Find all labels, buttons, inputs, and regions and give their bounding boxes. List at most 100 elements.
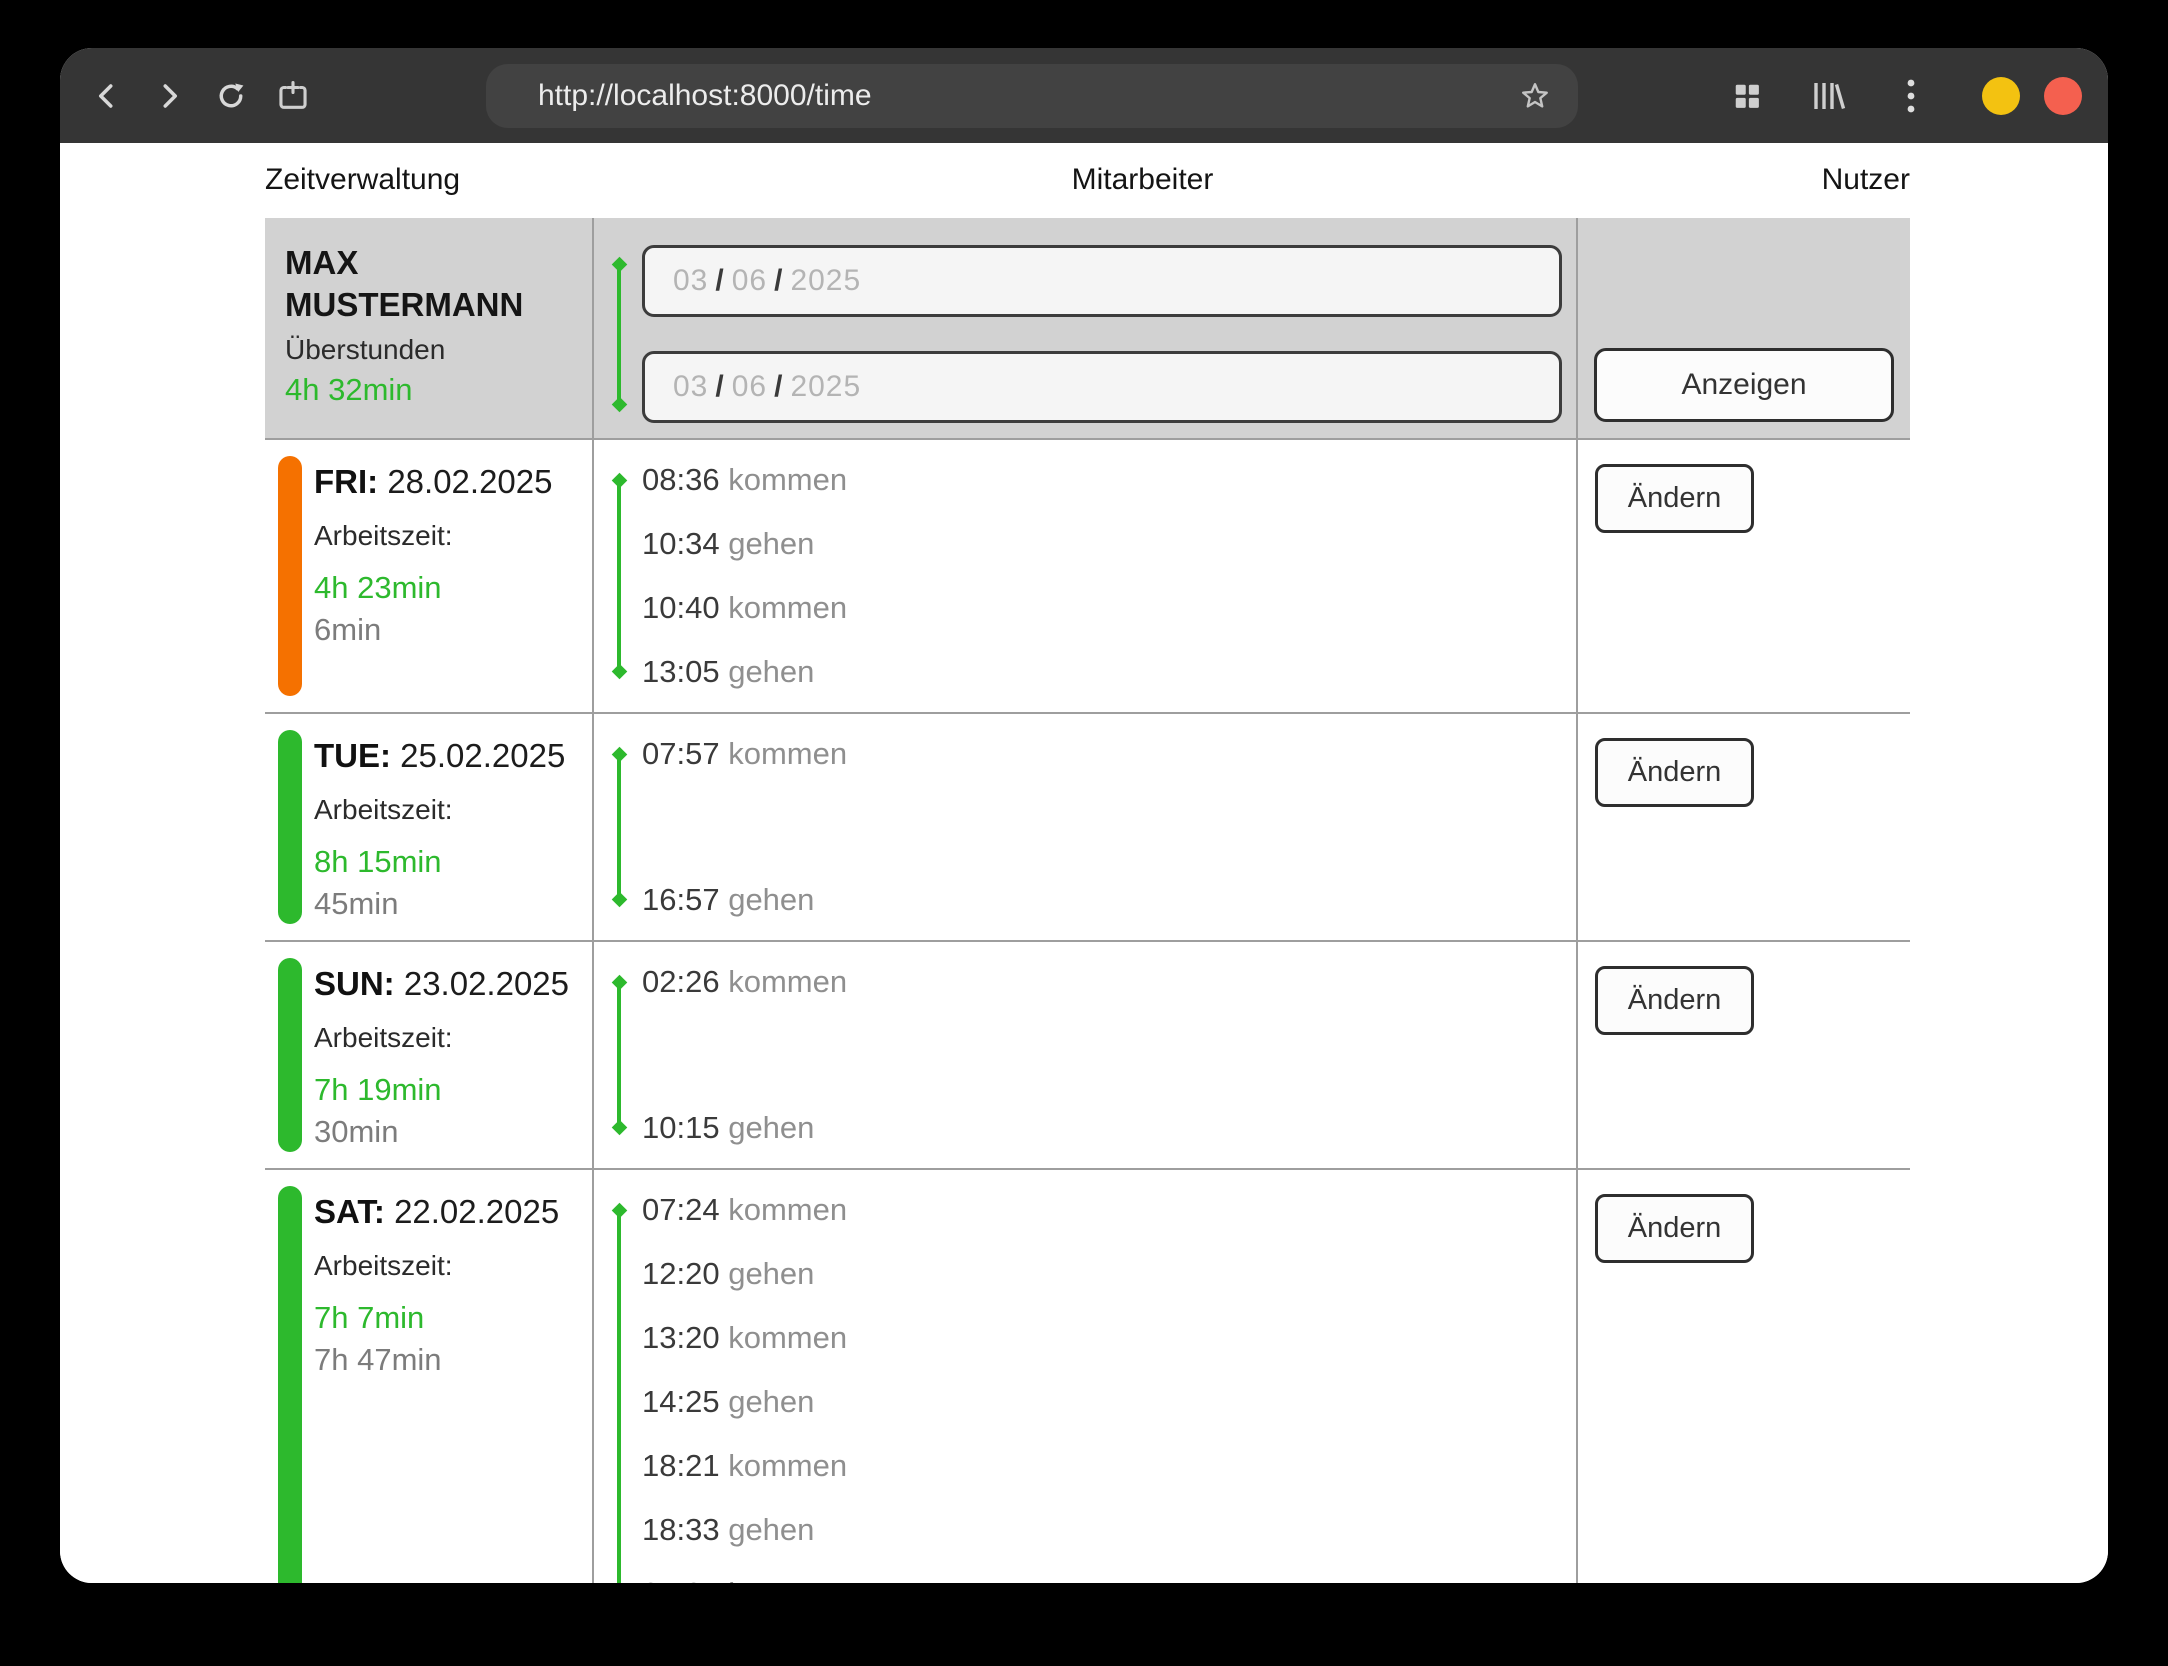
time-value: 07:57 (642, 736, 720, 771)
show-cell: Anzeigen (1576, 218, 1910, 438)
date-separator: / (774, 370, 783, 404)
day-weekday: SAT: (314, 1193, 385, 1230)
work-label: Arbeitszeit: (314, 790, 565, 830)
day-weekday: TUE: (314, 737, 391, 774)
work-label: Arbeitszeit: (314, 1246, 559, 1286)
aendern-button[interactable]: Ändern (1595, 464, 1754, 533)
nav-item-nutzer[interactable]: Nutzer (1362, 163, 1910, 197)
overtime-label: Überstunden (285, 330, 576, 370)
date-to-year: 2025 (790, 370, 861, 404)
time-type: kommen (728, 964, 847, 999)
time-type: kommen (728, 1576, 847, 1583)
date-to-input[interactable]: 03/06/2025 (642, 351, 1562, 423)
time-value: 10:40 (642, 590, 720, 625)
times-list: 08:36 kommen 10:34 gehen 10:40 kommen 13… (642, 460, 1576, 692)
time-value: 08:36 (642, 462, 720, 497)
day-info: SAT: 22.02.2025 Arbeitszeit: 7h 7min 7h … (314, 1186, 559, 1583)
work-time-value: 4h 23min (314, 566, 553, 610)
back-icon[interactable] (90, 79, 124, 113)
toolbar-right-icons (1730, 77, 2082, 115)
time-entry: 14:25 gehen (642, 1382, 1576, 1422)
time-entry: 16:57 gehen (642, 880, 1576, 920)
day-date: 28.02.2025 (387, 463, 552, 500)
work-time-value: 8h 15min (314, 840, 565, 884)
day-info: SUN: 23.02.2025 Arbeitszeit: 7h 19min 30… (314, 958, 569, 1152)
day-rows: FRI: 28.02.2025 Arbeitszeit: 4h 23min 6m… (265, 438, 1910, 1583)
time-entry: 10:15 gehen (642, 1108, 1576, 1148)
work-label: Arbeitszeit: (314, 516, 553, 556)
time-type: gehen (728, 1512, 814, 1547)
action-cell: Ändern (1576, 942, 1910, 1168)
date-from-month: 06 (732, 264, 767, 298)
time-value: 13:05 (642, 654, 720, 689)
browser-toolbar: http://localhost:8000/time (60, 48, 2108, 143)
time-type: gehen (728, 1110, 814, 1145)
date-from-day: 03 (673, 264, 708, 298)
anzeigen-button[interactable]: Anzeigen (1594, 348, 1894, 422)
library-icon[interactable] (1812, 79, 1846, 113)
reload-icon[interactable] (214, 79, 248, 113)
time-type: kommen (728, 736, 847, 771)
employee-name-line1: MAX (285, 242, 576, 284)
time-entry: 18:33 gehen (642, 1510, 1576, 1550)
window-minimize-button[interactable] (1982, 77, 2020, 115)
bookmark-star-icon[interactable] (1518, 79, 1552, 113)
day-date: 23.02.2025 (404, 965, 569, 1002)
pause-time-value: 6min (314, 610, 553, 650)
time-entry: 13:20 kommen (642, 1318, 1576, 1358)
day-info: FRI: 28.02.2025 Arbeitszeit: 4h 23min 6m… (314, 456, 553, 696)
forward-icon[interactable] (152, 79, 186, 113)
work-time-value: 7h 7min (314, 1296, 559, 1340)
time-type: kommen (728, 1192, 847, 1227)
time-entry: 13:05 gehen (642, 652, 1576, 692)
action-cell: Ändern (1576, 440, 1910, 712)
filter-band: MAX MUSTERMANN Überstunden 4h 32min 03/0… (265, 218, 1910, 438)
time-type: gehen (728, 526, 814, 561)
date-separator: / (774, 264, 783, 298)
time-value: 02:26 (642, 964, 720, 999)
time-value: 18:33 (642, 1512, 720, 1547)
time-value: 18:21 (642, 1448, 720, 1483)
date-separator: / (715, 370, 724, 404)
times-cell: 07:57 kommen 16:57 gehen (592, 714, 1576, 940)
times-cell: 02:26 kommen 10:15 gehen (592, 942, 1576, 1168)
time-value: 07:24 (642, 1192, 720, 1227)
day-weekday: SUN: (314, 965, 395, 1002)
day-date: 25.02.2025 (400, 737, 565, 774)
day-status-bar (278, 456, 302, 696)
times-cell: 08:36 kommen 10:34 gehen 10:40 kommen 13… (592, 440, 1576, 712)
times-cell: 07:24 kommen 12:20 gehen 13:20 kommen 14… (592, 1170, 1576, 1583)
page: Zeitverwaltung Mitarbeiter Nutzer MAX MU… (60, 143, 2108, 1583)
menu-kebab-icon[interactable] (1894, 79, 1928, 113)
date-from-input[interactable]: 03/06/2025 (642, 245, 1562, 317)
employee-summary: MAX MUSTERMANN Überstunden 4h 32min (265, 218, 592, 438)
time-type: gehen (728, 1384, 814, 1419)
browser-window: http://localhost:8000/time (60, 48, 2108, 1583)
url-bar[interactable]: http://localhost:8000/time (486, 64, 1578, 128)
date-separator: / (715, 264, 724, 298)
times-timeline (617, 1210, 621, 1583)
day-summary-cell: TUE: 25.02.2025 Arbeitszeit: 8h 15min 45… (265, 714, 592, 940)
time-entry: 10:34 gehen (642, 524, 1576, 564)
aendern-button[interactable]: Ändern (1595, 966, 1754, 1035)
aendern-button[interactable]: Ändern (1595, 738, 1754, 807)
tab-grid-icon[interactable] (1730, 79, 1764, 113)
time-entry: 18:21 kommen (642, 1446, 1576, 1486)
window-close-button[interactable] (2044, 77, 2082, 115)
day-date: 22.02.2025 (394, 1193, 559, 1230)
times-timeline (617, 982, 621, 1128)
new-tab-icon[interactable] (276, 79, 310, 113)
nav-item-zeitverwaltung[interactable]: Zeitverwaltung (265, 163, 813, 197)
action-cell: Ändern (1576, 1170, 1910, 1583)
time-value: 12:20 (642, 1256, 720, 1291)
day-status-bar (278, 730, 302, 924)
time-entry: 02:26 kommen (642, 962, 1576, 1002)
nav-item-mitarbeiter[interactable]: Mitarbeiter (868, 163, 1416, 197)
pause-time-value: 7h 47min (314, 1340, 559, 1380)
time-value: 21:34 (642, 1576, 720, 1583)
pause-time-value: 30min (314, 1112, 569, 1152)
day-title: TUE: 25.02.2025 (314, 736, 565, 776)
day-info: TUE: 25.02.2025 Arbeitszeit: 8h 15min 45… (314, 730, 565, 924)
aendern-button[interactable]: Ändern (1595, 1194, 1754, 1263)
overtime-value: 4h 32min (285, 370, 576, 410)
